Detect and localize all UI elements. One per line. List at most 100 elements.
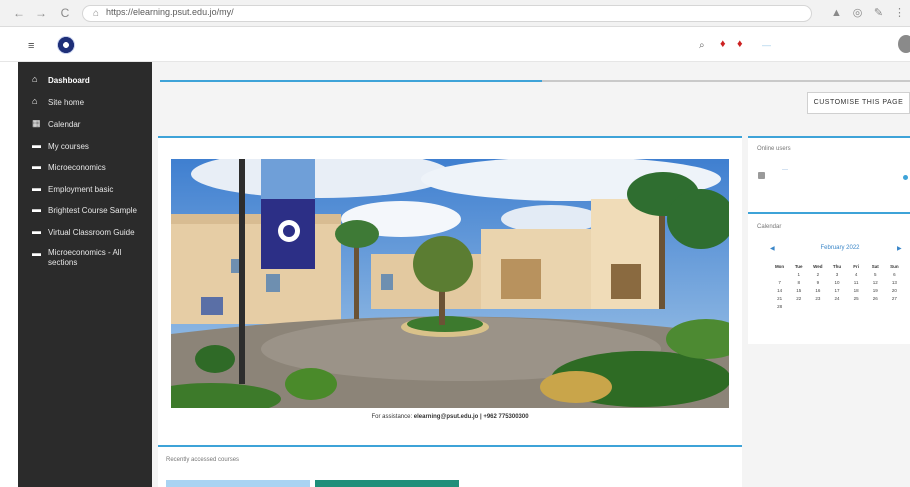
- calendar-day[interactable]: 24: [827, 294, 846, 302]
- calendar-day[interactable]: 3: [827, 270, 846, 278]
- sidebar-item-label: Brightest Course Sample: [48, 206, 137, 215]
- back-icon[interactable]: ←: [12, 6, 26, 20]
- calendar-day[interactable]: 8: [789, 278, 808, 286]
- sidebar-item-label: Employment basic: [48, 185, 114, 194]
- calendar-day[interactable]: 9: [808, 278, 827, 286]
- bell-icon[interactable]: ♦: [720, 38, 726, 50]
- page-header: [152, 62, 910, 136]
- calendar-day[interactable]: 17: [827, 286, 846, 294]
- user-menu[interactable]: —: [762, 40, 771, 50]
- sidebar-item[interactable]: ▬ Virtual Classroom Guide: [18, 224, 152, 244]
- sidebar-item[interactable]: ▬ My courses: [18, 138, 152, 158]
- calendar-day: [827, 302, 846, 310]
- calendar-day[interactable]: 5: [866, 270, 885, 278]
- calendar-day[interactable]: 16: [808, 286, 827, 294]
- calendar-day[interactable]: 10: [827, 278, 846, 286]
- tachometer-icon: ⌂: [32, 74, 38, 84]
- contact-prefix: For assistance:: [371, 414, 414, 420]
- calendar-day: [770, 270, 789, 278]
- calendar-day[interactable]: 21: [770, 294, 789, 302]
- calendar-grid: Mon Tue Wed Thu Fri Sat Sun 1 2 3 4 5 6 7 8 9 10 11 12 13 1…: [770, 262, 904, 310]
- sidebar-item[interactable]: ⌂ Dashboard: [18, 72, 152, 92]
- weekday-header: Mon: [774, 263, 785, 269]
- url-text[interactable]: https://elearning.psut.edu.jo/my/: [106, 7, 234, 17]
- extension-icon[interactable]: ✎: [872, 7, 885, 20]
- calendar-day[interactable]: 28: [770, 302, 789, 310]
- graduation-cap-icon: ▬: [32, 226, 41, 236]
- extension-icon[interactable]: ▲: [830, 7, 843, 20]
- sidebar-item[interactable]: ⌂ Site home: [18, 94, 152, 114]
- page-progress-track: [542, 80, 910, 82]
- calendar-day[interactable]: 26: [866, 294, 885, 302]
- weekday-header: Wed: [813, 263, 823, 269]
- sidebar-item-label: Dashboard: [48, 76, 90, 85]
- sidebar-item[interactable]: ▬ Brightest Course Sample: [18, 202, 152, 222]
- weekday-header: Fri: [853, 263, 860, 269]
- sidebar-item[interactable]: ▬ Microeconomics: [18, 159, 152, 179]
- course-card-image[interactable]: [315, 480, 459, 487]
- calendar-day: [808, 302, 827, 310]
- weekday-header: Thu: [832, 263, 842, 269]
- calendar-day[interactable]: 23: [808, 294, 827, 302]
- weekday-header: Tue: [794, 263, 803, 269]
- user-icon: [758, 172, 765, 179]
- menu-icon[interactable]: ⋮: [893, 7, 906, 20]
- calendar-day[interactable]: 6: [885, 270, 904, 278]
- graduation-cap-icon: ▬: [32, 248, 41, 258]
- weekday-header: Sat: [871, 263, 879, 269]
- sidebar-item[interactable]: ▦ Calendar: [18, 116, 152, 136]
- site-logo[interactable]: [57, 36, 75, 54]
- reload-icon[interactable]: C: [58, 6, 72, 20]
- sidebar-item-label: My courses: [48, 142, 89, 151]
- calendar-day[interactable]: 20: [885, 286, 904, 294]
- sidebar-item-label: Virtual Classroom Guide: [48, 228, 135, 237]
- site-header: [0, 28, 910, 62]
- sidebar-item[interactable]: ▬ Microeconomics - All sections: [18, 246, 152, 267]
- calendar-day[interactable]: 11: [847, 278, 866, 286]
- calendar-day[interactable]: 22: [789, 294, 808, 302]
- contact-email-link[interactable]: elearning@psut.edu.jo: [414, 414, 479, 420]
- calendar-day[interactable]: 14: [770, 286, 789, 294]
- online-users-title: Online users: [757, 146, 791, 152]
- home-icon[interactable]: ⌂: [89, 7, 103, 21]
- calendar-day: [847, 302, 866, 310]
- calendar-day[interactable]: 25: [847, 294, 866, 302]
- extension-icon[interactable]: ◎: [851, 7, 864, 20]
- page-progress-bar: [160, 80, 542, 82]
- search-icon[interactable]: ⌕: [699, 40, 705, 51]
- forward-icon[interactable]: →: [34, 6, 48, 20]
- calendar-day[interactable]: 19: [866, 286, 885, 294]
- recent-courses-title: Recently accessed courses: [166, 457, 240, 463]
- avatar[interactable]: [898, 35, 910, 53]
- graduation-cap-icon: ▬: [32, 204, 41, 214]
- chevron-left-icon[interactable]: ◀: [770, 245, 775, 252]
- sidebar-item-label: Microeconomics: [48, 163, 106, 172]
- calendar-day[interactable]: 15: [789, 286, 808, 294]
- calendar-day: [885, 302, 904, 310]
- weekday-header: Sun: [890, 263, 899, 269]
- calendar-day[interactable]: 12: [866, 278, 885, 286]
- hamburger-icon[interactable]: ≡: [28, 40, 34, 52]
- calendar-day[interactable]: 1: [789, 270, 808, 278]
- contact-phone: | +962 775300300: [478, 414, 529, 420]
- chat-icon[interactable]: ♦: [737, 38, 743, 50]
- calendar-day[interactable]: 4: [847, 270, 866, 278]
- calendar-day[interactable]: 2: [808, 270, 827, 278]
- calendar-day[interactable]: 7: [770, 278, 789, 286]
- course-card-image[interactable]: [166, 480, 310, 487]
- calendar-month[interactable]: February 2022: [790, 245, 890, 251]
- campus-photo: [171, 159, 729, 408]
- chevron-right-icon[interactable]: ▶: [897, 245, 902, 252]
- message-icon[interactable]: [903, 175, 908, 180]
- contact-info: For assistance: elearning@psut.edu.jo | …: [171, 414, 729, 420]
- calendar-day[interactable]: 27: [885, 294, 904, 302]
- calendar-title: Calendar: [757, 224, 782, 230]
- calendar-day: [866, 302, 885, 310]
- calendar-day[interactable]: 13: [885, 278, 904, 286]
- sidebar-item[interactable]: ▬ Employment basic: [18, 181, 152, 201]
- calendar-day[interactable]: 18: [847, 286, 866, 294]
- home-icon: ⌂: [32, 96, 38, 106]
- online-user-link[interactable]: —: [782, 166, 900, 175]
- graduation-cap-icon: ▬: [32, 161, 41, 171]
- customise-page-button[interactable]: CUSTOMISE THIS PAGE: [807, 92, 910, 114]
